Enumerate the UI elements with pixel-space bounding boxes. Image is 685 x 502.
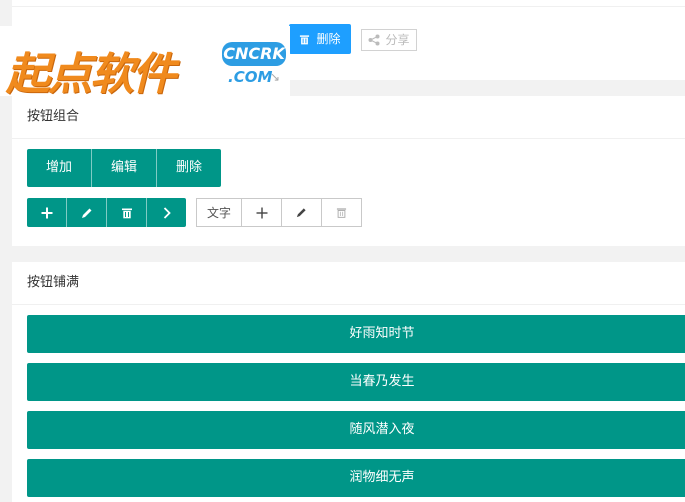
share-icon	[368, 34, 380, 46]
trash-icon	[300, 34, 310, 44]
text-button-group: 增加 编辑 删除	[27, 149, 221, 187]
edit-outline-button[interactable]	[282, 198, 322, 227]
logo-domain: .COM	[228, 68, 273, 86]
pencil-icon	[296, 208, 306, 218]
fluid-button-label: 润物细无声	[349, 470, 415, 485]
text-button-label: 文字	[206, 206, 231, 220]
section-title: 按钮组合	[12, 96, 685, 139]
add-icon-button[interactable]	[27, 198, 66, 227]
fluid-button[interactable]: 好雨知时节	[27, 315, 685, 353]
add-outline-button[interactable]	[242, 198, 282, 227]
trash-icon	[336, 208, 347, 218]
edit-button[interactable]: 编辑	[91, 149, 156, 187]
divider	[12, 6, 685, 7]
next-icon-button[interactable]	[146, 198, 186, 227]
logo-badge: CNCRK .COM ↘	[222, 38, 286, 88]
text-button[interactable]: 文字	[196, 198, 242, 227]
fluid-button[interactable]: 当春乃发生	[27, 363, 685, 401]
logo-text: 起点软件	[6, 49, 176, 100]
delete-button[interactable]: 删除	[156, 149, 221, 187]
fluid-button[interactable]: 润物细无声	[27, 459, 685, 497]
edit-icon-button[interactable]	[66, 198, 106, 227]
chevron-right-icon	[163, 206, 171, 219]
logo-badge-text: CNCRK	[222, 42, 286, 66]
icon-button-group	[27, 198, 186, 227]
delete-button[interactable]: 删除	[289, 24, 351, 54]
share-button[interactable]: 分享	[361, 29, 417, 51]
plus-icon	[41, 207, 52, 218]
fluid-button-label: 当春乃发生	[349, 374, 415, 389]
plus-icon	[256, 207, 267, 218]
watermark-logo: 起点软件 CNCRK .COM ↘	[0, 26, 290, 100]
trash-icon	[121, 208, 132, 218]
section-title: 按钮铺满	[12, 262, 685, 305]
logo-mark: ↘	[270, 70, 281, 84]
fluid-button-label: 好雨知时节	[349, 326, 415, 341]
primary-button-group: 文字	[196, 198, 362, 227]
fluid-button[interactable]: 随风潜入夜	[27, 411, 685, 449]
share-button-label: 分享	[385, 33, 410, 47]
delete-outline-button[interactable]	[322, 198, 362, 227]
fluid-button-label: 随风潜入夜	[349, 422, 415, 437]
pencil-icon	[81, 208, 91, 218]
add-button[interactable]: 增加	[27, 149, 91, 187]
delete-button-label: 删除	[316, 32, 341, 46]
delete-icon-button[interactable]	[106, 198, 146, 227]
